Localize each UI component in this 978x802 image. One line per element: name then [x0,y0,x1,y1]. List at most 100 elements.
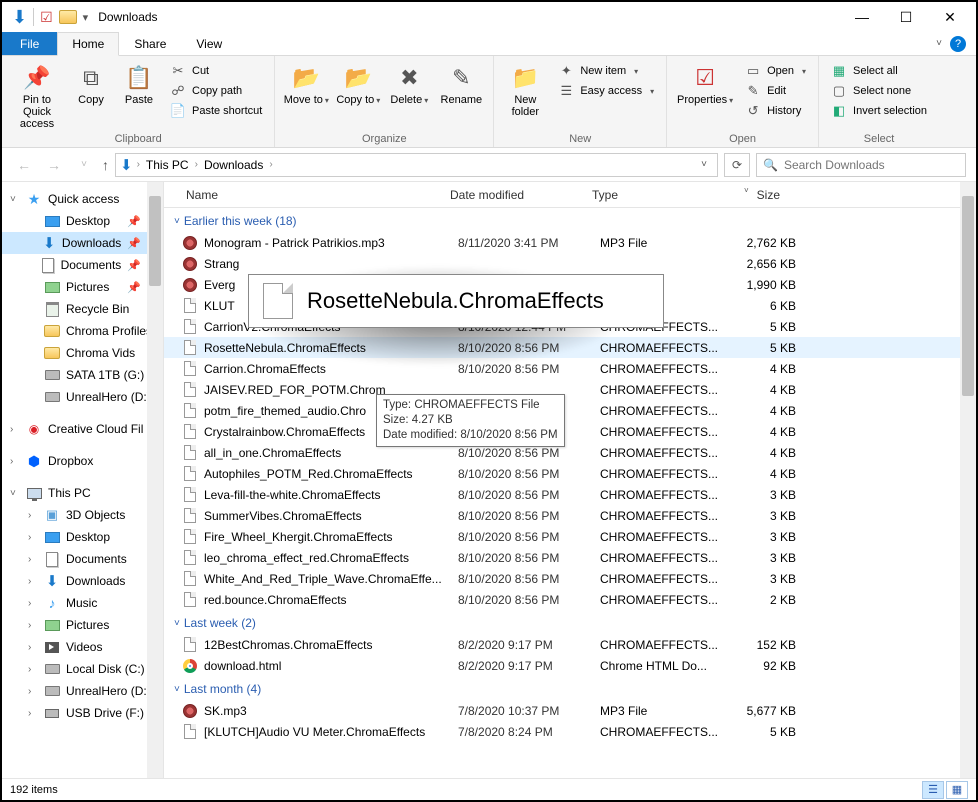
file-row[interactable]: Leva-fill-the-white.ChromaEffects 8/10/2… [164,484,976,505]
qat-overflow-icon[interactable]: ▾ [83,11,89,24]
breadcrumb-downloads[interactable]: Downloads [202,158,265,172]
tab-file[interactable]: File [2,32,57,55]
tree-3d-objects[interactable]: ›▣3D Objects [2,504,163,526]
group-header[interactable]: ˅Last month (4) [164,676,976,700]
chevron-right-icon[interactable]: › [28,510,38,521]
tree-recycle-bin[interactable]: Recycle Bin [2,298,163,320]
new-folder-button[interactable]: 📁New folder [502,60,548,118]
chevron-right-icon[interactable]: › [269,159,272,170]
file-row[interactable]: Crystalrainbow.ChromaEffects 8/10/2020 8… [164,421,976,442]
chevron-right-icon[interactable]: › [28,532,38,543]
tree-documents2[interactable]: ›Documents [2,548,163,570]
tree-pictures[interactable]: Pictures📌 [2,276,163,298]
col-type[interactable]: Type [584,188,708,202]
file-row[interactable]: SummerVibes.ChromaEffects 8/10/2020 8:56… [164,505,976,526]
chevron-right-icon[interactable]: › [28,576,38,587]
tree-creative-cloud[interactable]: ›◉Creative Cloud Fil [2,418,163,440]
invert-selection-button[interactable]: ◧Invert selection [827,102,931,120]
tree-unrealhero2[interactable]: ›UnrealHero (D:) [2,680,163,702]
col-size[interactable]: ˅Size [708,188,788,202]
copy-path-button[interactable]: ☍Copy path [166,82,266,100]
file-row[interactable]: all_in_one.ChromaEffects 8/10/2020 8:56 … [164,442,976,463]
tree-chroma-profiles[interactable]: Chroma Profiles [2,320,163,342]
maximize-button[interactable]: ☐ [884,2,928,32]
help-icon[interactable]: ? [950,36,966,52]
new-item-button[interactable]: ✦New item▾ [554,62,658,80]
qat-folder-icon[interactable] [59,10,77,24]
file-row[interactable]: Autophiles_POTM_Red.ChromaEffects 8/10/2… [164,463,976,484]
close-button[interactable]: ✕ [928,2,972,32]
file-row[interactable]: Fire_Wheel_Khergit.ChromaEffects 8/10/20… [164,526,976,547]
file-row[interactable]: leo_chroma_effect_red.ChromaEffects 8/10… [164,547,976,568]
tree-desktop[interactable]: Desktop📌 [2,210,163,232]
tree-documents[interactable]: Documents📌 [2,254,163,276]
chevron-right-icon[interactable]: › [28,664,38,675]
tree-this-pc[interactable]: ˅This PC [2,482,163,504]
nav-up-button[interactable]: ↑ [102,157,109,173]
nav-forward-button[interactable]: → [42,157,66,173]
chevron-right-icon[interactable]: › [28,642,38,653]
file-row[interactable]: [KLUTCH]Audio VU Meter.ChromaEffects 7/8… [164,721,976,742]
chevron-right-icon[interactable]: › [28,554,38,565]
tree-local-c[interactable]: ›Local Disk (C:) [2,658,163,680]
file-row[interactable]: JAISEV.RED_FOR_POTM.Chrom CHROMAEFFECTS.… [164,379,976,400]
group-header[interactable]: ˅Earlier this week (18) [164,208,976,232]
tab-share[interactable]: Share [119,32,181,55]
tree-pictures2[interactable]: ›Pictures [2,614,163,636]
file-row[interactable]: SK.mp3 7/8/2020 10:37 PM MP3 File 5,677 … [164,700,976,721]
chevron-right-icon[interactable]: › [137,159,140,170]
chevron-down-icon[interactable]: ˅ [10,194,20,205]
easy-access-button[interactable]: ☰Easy access▾ [554,82,658,100]
file-row[interactable]: RosetteNebula.ChromaEffects 8/10/2020 8:… [164,337,976,358]
col-name[interactable]: Name [164,188,442,202]
edit-button[interactable]: ✎Edit [741,82,810,100]
tab-view[interactable]: View [181,32,237,55]
file-row[interactable]: Strang 2,656 KB [164,253,976,274]
chevron-right-icon[interactable]: › [28,708,38,719]
file-row[interactable]: 12BestChromas.ChromaEffects 8/2/2020 9:1… [164,634,976,655]
tree-videos[interactable]: ›Videos [2,636,163,658]
tree-chroma-vids[interactable]: Chroma Vids [2,342,163,364]
paste-shortcut-button[interactable]: 📄Paste shortcut [166,102,266,120]
qat-down-arrow-icon[interactable]: ⬇ [12,7,27,28]
cut-button[interactable]: ✂Cut [166,62,266,80]
chevron-right-icon[interactable]: › [28,686,38,697]
chevron-right-icon[interactable]: › [10,456,20,467]
rename-button[interactable]: ✎Rename [437,60,485,106]
copy-button[interactable]: ⧉Copy [70,60,112,106]
tree-desktop2[interactable]: ›Desktop [2,526,163,548]
select-all-button[interactable]: ▦Select all [827,62,931,80]
navpane-scrollbar[interactable] [147,182,163,778]
tree-sata[interactable]: SATA 1TB (G:) [2,364,163,386]
col-date[interactable]: Date modified [442,188,584,202]
list-scrollbar[interactable] [960,182,976,778]
nav-back-button[interactable]: ← [12,157,36,173]
delete-button[interactable]: ✖Delete▾ [387,60,431,106]
nav-recent-button[interactable]: ˅ [72,159,96,170]
tree-downloads2[interactable]: ›⬇Downloads [2,570,163,592]
view-icons-button[interactable]: ▦ [946,781,968,799]
tab-home[interactable]: Home [57,32,119,56]
tree-downloads[interactable]: ⬇Downloads📌 [2,232,163,254]
file-row[interactable]: red.bounce.ChromaEffects 8/10/2020 8:56 … [164,589,976,610]
group-header[interactable]: ˅Last week (2) [164,610,976,634]
qat-properties-icon[interactable]: ☑ [40,9,53,26]
refresh-button[interactable]: ⟳ [724,153,750,177]
select-none-button[interactable]: ▢Select none [827,82,931,100]
breadcrumb[interactable]: ⬇ › This PC › Downloads › ˅ [115,153,718,177]
tree-usb[interactable]: ›USB Drive (F:) [2,702,163,724]
file-row[interactable]: Monogram - Patrick Patrikios.mp3 8/11/20… [164,232,976,253]
search-box[interactable]: 🔍 [756,153,966,177]
file-row[interactable]: download.html 8/2/2020 9:17 PM Chrome HT… [164,655,976,676]
paste-button[interactable]: 📋Paste [118,60,160,106]
chevron-down-icon[interactable]: ˅ [10,488,20,499]
file-row[interactable]: White_And_Red_Triple_Wave.ChromaEffe... … [164,568,976,589]
move-to-button[interactable]: 📂Move to▾ [283,60,329,106]
minimize-button[interactable]: — [840,2,884,32]
breadcrumb-dropdown-icon[interactable]: ˅ [695,159,713,170]
properties-button[interactable]: ☑Properties▾ [675,60,735,106]
tree-music[interactable]: ›♪Music [2,592,163,614]
history-button[interactable]: ↺History [741,102,810,120]
chevron-right-icon[interactable]: › [195,159,198,170]
search-input[interactable] [784,158,959,172]
